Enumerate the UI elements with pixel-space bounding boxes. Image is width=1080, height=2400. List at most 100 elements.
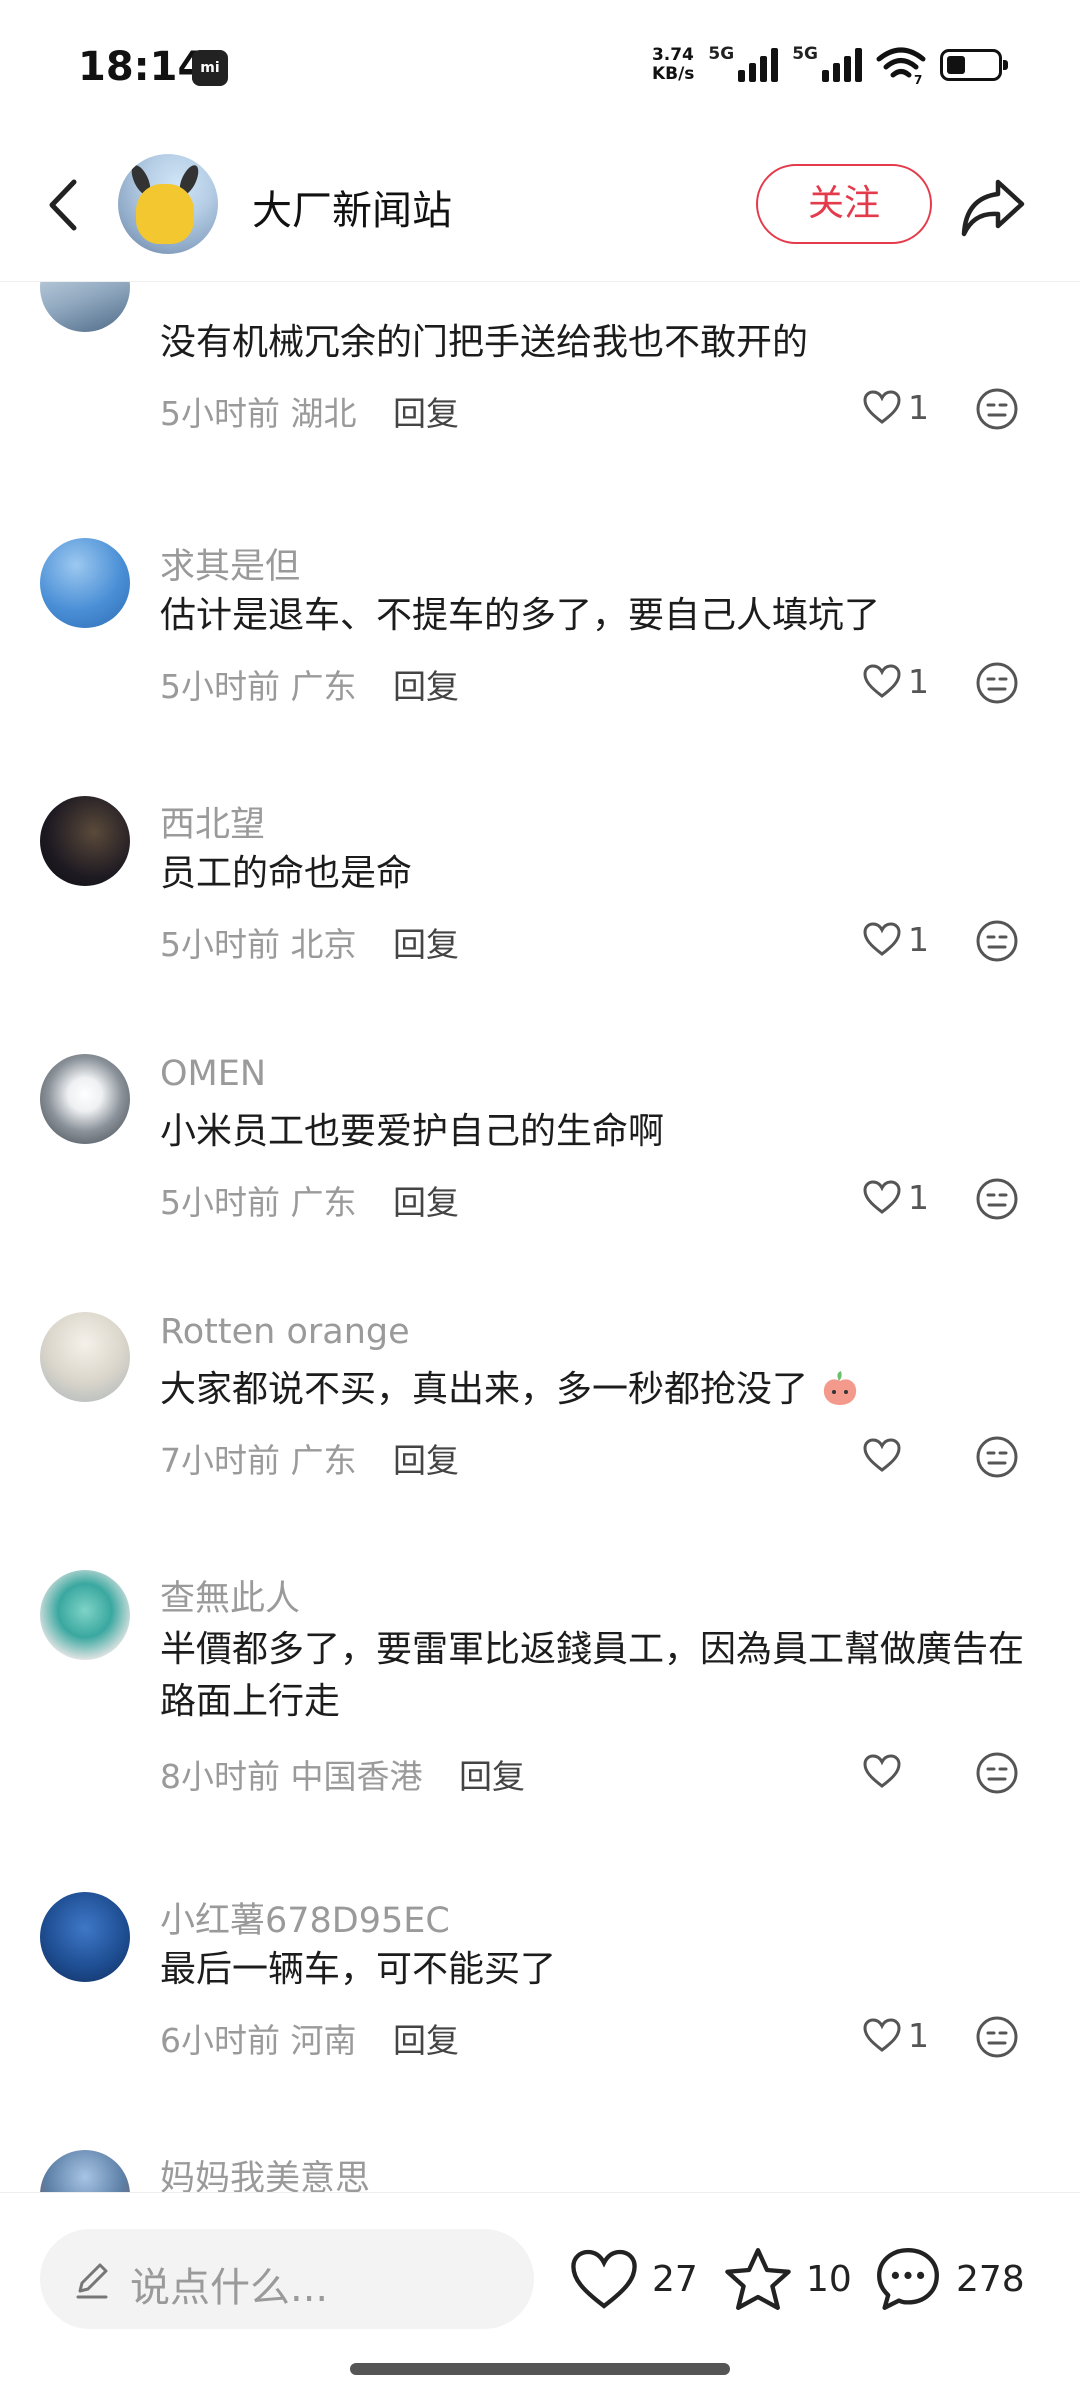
reply-button[interactable]: 回复 [459,1757,525,1796]
top-nav-bar: 大厂新闻站 关注 [0,140,1080,282]
comment-text[interactable]: 大家都说不买，真出来，多一秒都抢没了 [160,1364,1030,1416]
favorite-button[interactable]: 10 [722,2241,852,2317]
comment-meta: 5小时前 北京 回复 [160,918,459,966]
comment-location: 河南 [290,2021,357,2060]
emoji-reaction-icon[interactable] [974,1434,1020,1480]
like-count: 27 [652,2258,698,2300]
emoji-reaction-icon[interactable] [974,1176,1020,1222]
commenter-avatar[interactable] [40,538,130,628]
reply-button[interactable]: 回复 [393,1183,459,1222]
comment-time: 5小时前 [160,1183,280,1222]
reply-button[interactable]: 回复 [393,925,459,964]
home-indicator[interactable] [350,2363,730,2375]
comment-bubble-icon [877,2248,939,2310]
battery-icon [940,49,1008,81]
pen-icon [76,2263,108,2299]
comment-like-button[interactable] [862,1746,942,1796]
commenter-avatar[interactable] [40,1312,130,1402]
follow-button[interactable]: 关注 [756,164,932,244]
account-name[interactable]: 大厂新闻站 [252,178,452,236]
comment-time: 6小时前 [160,2021,280,2060]
heart-icon [863,390,901,424]
comment-location: 湖北 [290,394,357,433]
comment-meta: 5小时前 湖北 回复 [160,387,459,435]
comment-like-button[interactable]: 1 [862,2010,942,2060]
comment-location: 广东 [290,1183,357,1222]
like-count: 1 [908,661,929,701]
share-icon[interactable] [958,174,1028,240]
like-count: 1 [908,919,929,959]
comment-meta: 5小时前 广东 回复 [160,1176,459,1224]
comment-location: 中国香港 [290,1757,423,1796]
emoji-reaction-icon[interactable] [974,386,1020,432]
comment-meta: 5小时前 广东 回复 [160,660,459,708]
signal-1-icon [738,48,779,82]
comment-time: 7小时前 [160,1441,280,1480]
heart-icon [863,922,901,956]
comment-text[interactable]: 员工的命也是命 [160,848,1030,900]
heart-icon [863,1180,901,1214]
commenter-avatar[interactable] [40,1054,130,1144]
comment-input-placeholder: 说点什么... [130,2265,329,2311]
comment-location: 广东 [290,667,357,706]
comment-time: 5小时前 [160,667,280,706]
comment-time: 5小时前 [160,925,280,964]
like-button[interactable]: 27 [568,2241,698,2317]
commenter-avatar[interactable] [40,2150,130,2192]
heart-icon [863,2018,901,2052]
comment-like-button[interactable]: 1 [862,914,942,964]
commenter-avatar[interactable] [40,282,130,332]
comment-location: 北京 [290,925,357,964]
comment-text[interactable]: 小米员工也要爱护自己的生命啊 [160,1106,1030,1158]
comment-like-button[interactable]: 1 [862,382,942,432]
heart-icon [571,2249,637,2309]
commenter-name[interactable]: 求其是但 [160,538,300,589]
commenter-name[interactable]: 西北望 [160,796,265,847]
reply-button[interactable]: 回复 [393,667,459,706]
commenter-avatar[interactable] [40,1570,130,1660]
comment-like-button[interactable] [862,1430,942,1480]
comment-item: 没有机械冗余的门把手送给我也不敢开的 5小时前 湖北 回复 1 [0,282,1080,512]
reply-button[interactable]: 回复 [393,1441,459,1480]
commenter-name[interactable]: OMEN [160,1054,266,1094]
comment-item: 求其是但 估计是退车、不提车的多了，要自己人填坑了 5小时前 广东 回复 1 [0,512,1080,772]
network-type-2: 5G [792,44,818,64]
comment-text[interactable]: 半價都多了，要雷軍比返錢員工，因為員工幫做廣告在路面上行走 [160,1624,1030,1728]
account-avatar[interactable] [118,154,218,254]
commenter-name[interactable]: 小红薯678D95EC [160,1892,450,1943]
comment-time: 5小时前 [160,394,280,433]
comment-location: 广东 [290,1441,357,1480]
comment-like-button[interactable]: 1 [862,1172,942,1222]
comment-item: Rotten orange 大家都说不买，真出来，多一秒都抢没了 7小时前 广东… [0,1286,1080,1546]
bottom-action-bar: 说点什么... 27 10 278 [0,2192,1080,2342]
commenter-avatar[interactable] [40,796,130,886]
back-arrow-icon[interactable] [40,172,84,238]
comment-input[interactable]: 说点什么... [40,2229,534,2329]
reply-button[interactable]: 回复 [393,394,459,433]
emoji-reaction-icon[interactable] [974,2014,1020,2060]
commenter-avatar[interactable] [40,1892,130,1982]
peach-emoji-icon [824,1371,857,1405]
svg-text:7: 7 [914,73,922,85]
comment-text[interactable]: 估计是退车、不提车的多了，要自己人填坑了 [160,590,1030,642]
comment-item: 西北望 员工的命也是命 5小时前 北京 回复 1 [0,770,1080,1030]
status-icons: 3.74 KB/s 5G 5G 7 [652,40,1008,90]
status-bar: 18:14 mi 3.74 KB/s 5G 5G 7 [0,0,1080,140]
emoji-reaction-icon[interactable] [974,660,1020,706]
comment-item: 小红薯678D95EC 最后一辆车，可不能买了 6小时前 河南 回复 1 [0,1866,1080,2126]
comment-text[interactable]: 最后一辆车，可不能买了 [160,1944,1030,1996]
clock: 18:14 [78,44,206,90]
like-count: 1 [908,387,929,427]
emoji-reaction-icon[interactable] [974,918,1020,964]
reply-button[interactable]: 回复 [393,2021,459,2060]
commenter-name[interactable]: 妈妈我美意思 [160,2150,370,2192]
commenter-name[interactable]: Rotten orange [160,1312,410,1352]
comment-list[interactable]: 没有机械冗余的门把手送给我也不敢开的 5小时前 湖北 回复 1 求其是但 估计是… [0,282,1080,2192]
emoji-reaction-icon[interactable] [974,1750,1020,1796]
network-type-1: 5G [708,44,735,64]
comment-item: OMEN 小米员工也要爱护自己的生命啊 5小时前 广东 回复 1 [0,1028,1080,1288]
commenter-name[interactable]: 查無此人 [160,1570,300,1621]
comment-button[interactable]: 278 [872,2241,1025,2317]
comment-text[interactable]: 没有机械冗余的门把手送给我也不敢开的 [160,317,1030,369]
comment-like-button[interactable]: 1 [862,656,942,706]
